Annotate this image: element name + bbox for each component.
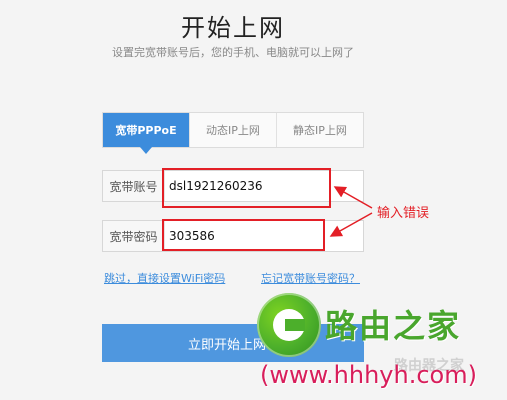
site-watermark: 路由之家 路由器之家 (www.hhhyh.com): [257, 293, 507, 400]
tab-pppoe[interactable]: 宽带PPPoE: [103, 113, 190, 154]
skip-to-wifi-link[interactable]: 跳过，直接设置WiFi密码: [104, 270, 225, 286]
page-subtitle: 设置完宽带账号后，您的手机、电脑就可以上网了: [112, 46, 354, 59]
watermark-brand-text: 路由之家: [325, 307, 462, 345]
password-field: 宽带密码: [102, 220, 364, 252]
password-label: 宽带密码: [103, 221, 165, 251]
account-field: 宽带账号: [102, 170, 364, 202]
password-input[interactable]: [165, 221, 363, 251]
error-annotation-label: 输入错误: [377, 206, 430, 221]
tab-static-ip[interactable]: 静态IP上网: [277, 113, 363, 147]
account-input[interactable]: [165, 171, 363, 201]
forgot-account-link[interactable]: 忘记宽带账号密码？: [261, 270, 360, 286]
tab-dynamic-ip[interactable]: 动态IP上网: [190, 113, 277, 147]
brand-logo-icon: [257, 293, 321, 357]
account-label: 宽带账号: [103, 171, 165, 201]
page-title: 开始上网: [181, 14, 285, 42]
watermark-url: (www.hhhyh.com): [260, 361, 477, 389]
connection-type-tabs: 宽带PPPoE 动态IP上网 静态IP上网: [102, 112, 364, 154]
